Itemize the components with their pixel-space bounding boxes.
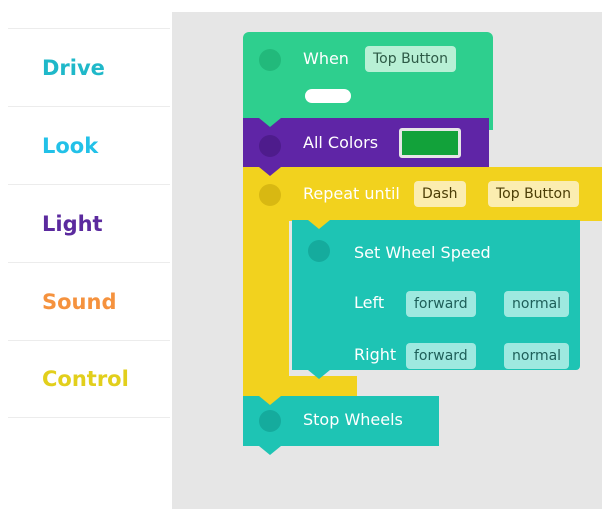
block-tab-icon xyxy=(308,370,330,379)
stop-wheels-block[interactable]: Stop Wheels xyxy=(243,396,439,455)
trigger-dropdown[interactable]: Top Button xyxy=(365,46,456,72)
category-control[interactable]: Control xyxy=(8,340,170,418)
hat-bar-icon xyxy=(305,89,351,103)
all-colors-label: All Colors xyxy=(303,133,379,152)
when-block[interactable]: When Top Button xyxy=(243,32,493,130)
block-handle-icon xyxy=(308,240,330,262)
left-speed-dropdown[interactable]: normal xyxy=(504,291,570,317)
block-notch-icon xyxy=(259,118,281,127)
block-notch-icon xyxy=(308,220,330,229)
category-light[interactable]: Light xyxy=(8,184,170,262)
right-speed-dropdown[interactable]: normal xyxy=(504,343,570,369)
right-label: Right xyxy=(354,345,397,364)
block-handle-icon xyxy=(259,184,281,206)
block-handle-icon xyxy=(259,410,281,432)
set-wheel-speed-label: Set Wheel Speed xyxy=(354,243,491,262)
category-look[interactable]: Look xyxy=(8,106,170,184)
category-drive[interactable]: Drive xyxy=(8,28,170,106)
repeat-until-block[interactable]: Repeat until Dash Top Button xyxy=(243,167,602,221)
left-label: Left xyxy=(354,293,385,312)
repeat-until-footer xyxy=(243,376,357,396)
when-label: When xyxy=(303,49,349,68)
block-tab-icon xyxy=(259,446,281,455)
color-swatch[interactable] xyxy=(399,128,461,158)
block-notch-icon xyxy=(259,396,281,405)
repeat-until-arm xyxy=(243,220,289,388)
all-colors-block[interactable]: All Colors xyxy=(243,118,489,168)
category-sidebar: Drive Look Light Sound Control xyxy=(8,28,170,418)
category-sound[interactable]: Sound xyxy=(8,262,170,340)
code-canvas[interactable]: When Top Button All Colors Repeat until … xyxy=(172,12,602,509)
block-handle-icon xyxy=(259,49,281,71)
left-direction-dropdown[interactable]: forward xyxy=(406,291,476,317)
set-wheel-speed-block[interactable]: Set Wheel Speed Left forward normal Righ… xyxy=(292,220,580,379)
robot-dropdown[interactable]: Dash xyxy=(414,181,466,207)
right-direction-dropdown[interactable]: forward xyxy=(406,343,476,369)
block-handle-icon xyxy=(259,135,281,157)
stop-wheels-label: Stop Wheels xyxy=(303,410,403,429)
repeat-until-label: Repeat until xyxy=(303,184,400,203)
block-notch-icon xyxy=(259,167,281,176)
condition-dropdown[interactable]: Top Button xyxy=(488,181,579,207)
